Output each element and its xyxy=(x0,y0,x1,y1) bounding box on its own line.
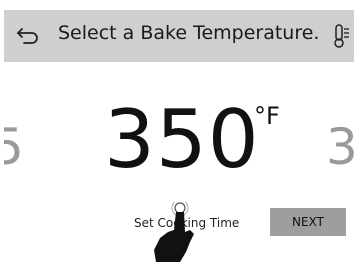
temperature-current-value[interactable]: 350 xyxy=(104,100,260,180)
thermometer-icon[interactable] xyxy=(333,23,351,49)
header-bar: Select a Bake Temperature. xyxy=(4,10,354,62)
back-arrow-icon[interactable] xyxy=(16,25,40,47)
temperature-unit: °F xyxy=(254,102,280,130)
pointing-hand-icon xyxy=(154,202,194,262)
temperature-previous-value[interactable]: 5 xyxy=(4,122,24,172)
temperature-next-value[interactable]: 3 xyxy=(326,122,354,172)
page-title: Select a Bake Temperature. xyxy=(58,22,320,44)
next-button[interactable]: NEXT xyxy=(270,208,346,236)
